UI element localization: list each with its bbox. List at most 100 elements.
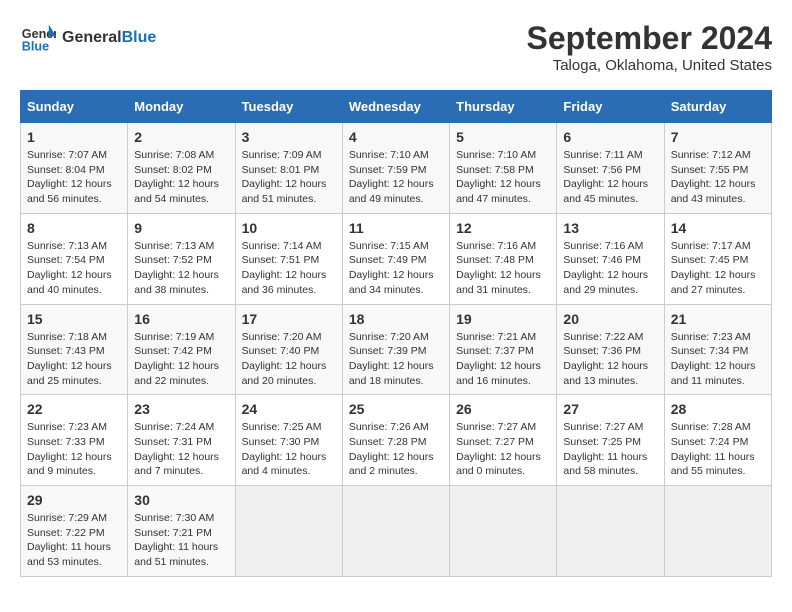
day-number: 3: [242, 129, 336, 145]
table-cell: 13Sunrise: 7:16 AMSunset: 7:46 PMDayligh…: [557, 213, 664, 304]
table-cell: 14 Sunrise: 7:17 AMSunset: 7:45 PMDayligh…: [664, 213, 771, 304]
table-cell: 1 Sunrise: 7:07 AMSunset: 8:04 PMDaylight…: [21, 123, 128, 214]
header-monday: Monday: [128, 91, 235, 123]
calendar-week-3: 15 Sunrise: 7:18 AMSunset: 7:43 PMDayligh…: [21, 304, 772, 395]
day-number: 5: [456, 129, 550, 145]
table-cell: 25 Sunrise: 7:26 AMSunset: 7:28 PMDayligh…: [342, 395, 449, 486]
day-info: Sunrise: 7:08 AMSunset: 8:02 PMDaylight:…: [134, 148, 228, 207]
day-number: 6: [563, 129, 657, 145]
day-info: Sunrise: 7:22 AMSunset: 7:36 PMDaylight:…: [563, 330, 657, 389]
day-number: 26: [456, 401, 550, 417]
day-info: Sunrise: 7:29 AMSunset: 7:22 PMDaylight:…: [27, 511, 121, 570]
svg-text:Blue: Blue: [22, 40, 49, 54]
day-info: Sunrise: 7:26 AMSunset: 7:28 PMDaylight:…: [349, 420, 443, 479]
table-cell: 17 Sunrise: 7:20 AMSunset: 7:40 PMDayligh…: [235, 304, 342, 395]
day-info: Sunrise: 7:23 AMSunset: 7:34 PMDaylight:…: [671, 330, 765, 389]
table-cell: 9 Sunrise: 7:13 AMSunset: 7:52 PMDaylight…: [128, 213, 235, 304]
table-cell: 2Sunrise: 7:08 AMSunset: 8:02 PMDaylight…: [128, 123, 235, 214]
header-tuesday: Tuesday: [235, 91, 342, 123]
day-number: 16: [134, 311, 228, 327]
day-info: Sunrise: 7:11 AMSunset: 7:56 PMDaylight:…: [563, 148, 657, 207]
table-cell: [235, 486, 342, 577]
header-saturday: Saturday: [664, 91, 771, 123]
table-cell: [450, 486, 557, 577]
title-area: September 2024 Taloga, Oklahoma, United …: [527, 20, 772, 74]
day-info: Sunrise: 7:13 AMSunset: 7:52 PMDaylight:…: [134, 239, 228, 298]
table-cell: [664, 486, 771, 577]
table-cell: 4 Sunrise: 7:10 AMSunset: 7:59 PMDaylight…: [342, 123, 449, 214]
header-thursday: Thursday: [450, 91, 557, 123]
table-cell: 20 Sunrise: 7:22 AMSunset: 7:36 PMDayligh…: [557, 304, 664, 395]
table-cell: 28Sunrise: 7:28 AMSunset: 7:24 PMDayligh…: [664, 395, 771, 486]
day-number: 17: [242, 311, 336, 327]
day-info: Sunrise: 7:23 AMSunset: 7:33 PMDaylight:…: [27, 420, 121, 479]
calendar-week-4: 22Sunrise: 7:23 AMSunset: 7:33 PMDayligh…: [21, 395, 772, 486]
calendar-header-row: Sunday Monday Tuesday Wednesday Thursday…: [21, 91, 772, 123]
table-cell: 23 Sunrise: 7:24 AMSunset: 7:31 PMDayligh…: [128, 395, 235, 486]
day-info: Sunrise: 7:10 AMSunset: 7:58 PMDaylight:…: [456, 148, 550, 207]
table-cell: 5 Sunrise: 7:10 AMSunset: 7:58 PMDaylight…: [450, 123, 557, 214]
day-info: Sunrise: 7:16 AMSunset: 7:46 PMDaylight:…: [563, 239, 657, 298]
calendar-week-5: 29 Sunrise: 7:29 AMSunset: 7:22 PMDayligh…: [21, 486, 772, 577]
table-cell: 30Sunrise: 7:30 AMSunset: 7:21 PMDayligh…: [128, 486, 235, 577]
page-subtitle: Taloga, Oklahoma, United States: [527, 57, 772, 74]
day-info: Sunrise: 7:18 AMSunset: 7:43 PMDaylight:…: [27, 330, 121, 389]
day-number: 23: [134, 401, 228, 417]
page-title: September 2024: [527, 20, 772, 57]
day-info: Sunrise: 7:24 AMSunset: 7:31 PMDaylight:…: [134, 420, 228, 479]
day-number: 11: [349, 220, 443, 236]
table-cell: 24Sunrise: 7:25 AMSunset: 7:30 PMDayligh…: [235, 395, 342, 486]
logo-icon: General Blue: [20, 20, 56, 56]
table-cell: [342, 486, 449, 577]
day-number: 4: [349, 129, 443, 145]
day-number: 29: [27, 492, 121, 508]
table-cell: 10Sunrise: 7:14 AMSunset: 7:51 PMDayligh…: [235, 213, 342, 304]
table-cell: 21 Sunrise: 7:23 AMSunset: 7:34 PMDayligh…: [664, 304, 771, 395]
table-cell: [557, 486, 664, 577]
table-cell: 19Sunrise: 7:21 AMSunset: 7:37 PMDayligh…: [450, 304, 557, 395]
table-cell: 27Sunrise: 7:27 AMSunset: 7:25 PMDayligh…: [557, 395, 664, 486]
table-cell: 8Sunrise: 7:13 AMSunset: 7:54 PMDaylight…: [21, 213, 128, 304]
day-number: 15: [27, 311, 121, 327]
day-info: Sunrise: 7:25 AMSunset: 7:30 PMDaylight:…: [242, 420, 336, 479]
day-info: Sunrise: 7:16 AMSunset: 7:48 PMDaylight:…: [456, 239, 550, 298]
calendar-week-2: 8Sunrise: 7:13 AMSunset: 7:54 PMDaylight…: [21, 213, 772, 304]
day-number: 25: [349, 401, 443, 417]
table-cell: 29 Sunrise: 7:29 AMSunset: 7:22 PMDayligh…: [21, 486, 128, 577]
day-number: 1: [27, 129, 121, 145]
table-cell: 6 Sunrise: 7:11 AMSunset: 7:56 PMDaylight…: [557, 123, 664, 214]
table-cell: 12 Sunrise: 7:16 AMSunset: 7:48 PMDayligh…: [450, 213, 557, 304]
day-info: Sunrise: 7:20 AMSunset: 7:39 PMDaylight:…: [349, 330, 443, 389]
table-cell: 22Sunrise: 7:23 AMSunset: 7:33 PMDayligh…: [21, 395, 128, 486]
day-number: 21: [671, 311, 765, 327]
day-number: 14: [671, 220, 765, 236]
day-number: 7: [671, 129, 765, 145]
day-info: Sunrise: 7:10 AMSunset: 7:59 PMDaylight:…: [349, 148, 443, 207]
calendar-table: Sunday Monday Tuesday Wednesday Thursday…: [20, 90, 772, 577]
day-info: Sunrise: 7:09 AMSunset: 8:01 PMDaylight:…: [242, 148, 336, 207]
table-cell: 3 Sunrise: 7:09 AMSunset: 8:01 PMDaylight…: [235, 123, 342, 214]
day-info: Sunrise: 7:28 AMSunset: 7:24 PMDaylight:…: [671, 420, 765, 479]
table-cell: 11 Sunrise: 7:15 AMSunset: 7:49 PMDayligh…: [342, 213, 449, 304]
day-info: Sunrise: 7:17 AMSunset: 7:45 PMDaylight:…: [671, 239, 765, 298]
day-info: Sunrise: 7:21 AMSunset: 7:37 PMDaylight:…: [456, 330, 550, 389]
day-number: 20: [563, 311, 657, 327]
day-number: 18: [349, 311, 443, 327]
day-info: Sunrise: 7:07 AMSunset: 8:04 PMDaylight:…: [27, 148, 121, 207]
header-friday: Friday: [557, 91, 664, 123]
header-sunday: Sunday: [21, 91, 128, 123]
logo-name: GeneralBlue: [62, 29, 156, 47]
day-info: Sunrise: 7:15 AMSunset: 7:49 PMDaylight:…: [349, 239, 443, 298]
day-info: Sunrise: 7:30 AMSunset: 7:21 PMDaylight:…: [134, 511, 228, 570]
day-number: 12: [456, 220, 550, 236]
logo: General Blue GeneralBlue: [20, 20, 156, 56]
calendar-week-1: 1 Sunrise: 7:07 AMSunset: 8:04 PMDaylight…: [21, 123, 772, 214]
day-info: Sunrise: 7:14 AMSunset: 7:51 PMDaylight:…: [242, 239, 336, 298]
day-number: 27: [563, 401, 657, 417]
day-info: Sunrise: 7:27 AMSunset: 7:27 PMDaylight:…: [456, 420, 550, 479]
table-cell: 7Sunrise: 7:12 AMSunset: 7:55 PMDaylight…: [664, 123, 771, 214]
day-info: Sunrise: 7:20 AMSunset: 7:40 PMDaylight:…: [242, 330, 336, 389]
day-info: Sunrise: 7:13 AMSunset: 7:54 PMDaylight:…: [27, 239, 121, 298]
day-info: Sunrise: 7:19 AMSunset: 7:42 PMDaylight:…: [134, 330, 228, 389]
day-number: 9: [134, 220, 228, 236]
